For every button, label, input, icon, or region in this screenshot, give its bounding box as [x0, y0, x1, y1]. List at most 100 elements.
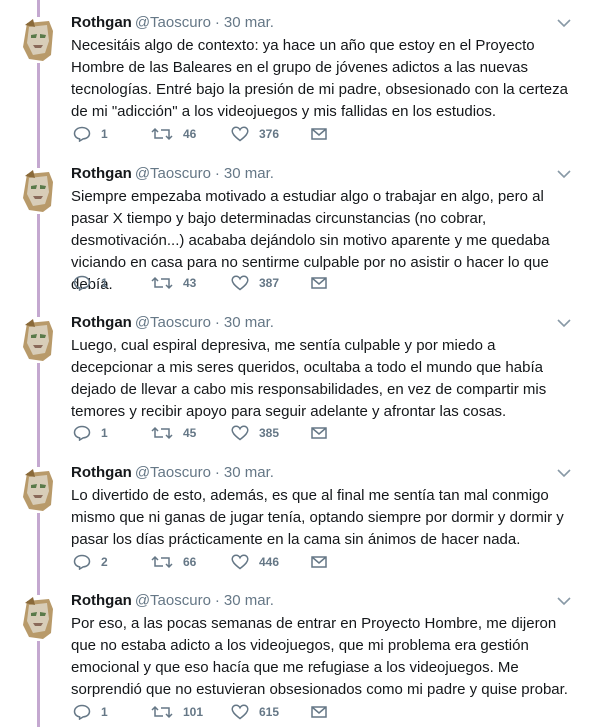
like-button[interactable]: 376: [231, 124, 279, 144]
direct-message-button[interactable]: [311, 124, 327, 144]
tweet-date[interactable]: 30 mar.: [224, 165, 274, 182]
chevron-down-icon[interactable]: [557, 318, 571, 328]
tweet[interactable]: Rothgan @Taoscuro · 30 mar. Necesitáis algo…: [0, 0, 593, 150]
direct-message-button[interactable]: [311, 552, 327, 572]
retweet-button[interactable]: 46: [151, 124, 196, 144]
heart-icon: [231, 126, 249, 142]
retweet-count: 46: [183, 127, 197, 141]
avatar[interactable]: [15, 17, 61, 63]
tweet-actions: 2 66 446: [71, 552, 491, 572]
tweet-date[interactable]: 30 mar.: [224, 464, 274, 481]
reply-button[interactable]: 1: [73, 124, 108, 144]
tweet-header: Rothgan @Taoscuro · 30 mar.: [71, 463, 274, 483]
tweet[interactable]: Rothgan @Taoscuro · 30 mar. Luego, cual esp…: [0, 300, 593, 450]
tweet-date[interactable]: 30 mar.: [224, 14, 274, 31]
reply-icon: [73, 425, 91, 441]
tweet-text: Luego, cual espiral depresiva, me sentía…: [71, 337, 547, 420]
like-count: 376: [259, 127, 280, 141]
avatar[interactable]: [15, 595, 61, 641]
retweet-count: 45: [183, 426, 197, 440]
reply-icon: [73, 554, 91, 570]
retweet-icon: [151, 554, 173, 570]
tweet-actions: 1 45 385: [71, 423, 491, 443]
tweet-actions: 1 101 615: [71, 702, 491, 722]
tweet[interactable]: Rothgan @Taoscuro · 30 mar. Por eso, a las …: [0, 578, 593, 728]
tweet-header: Rothgan @Taoscuro · 30 mar.: [71, 164, 274, 184]
author-name[interactable]: Rothgan: [71, 314, 132, 331]
tweet-header: Rothgan @Taoscuro · 30 mar.: [71, 313, 274, 333]
reply-button[interactable]: 1: [73, 702, 108, 722]
envelope-icon: [311, 705, 327, 719]
avatar[interactable]: [15, 317, 61, 363]
like-count: 446: [259, 555, 280, 569]
retweet-count: 66: [183, 555, 197, 569]
tweet-text: Necesitáis algo de contexto: ya hace un …: [71, 37, 568, 120]
author-name[interactable]: Rothgan: [71, 592, 132, 609]
retweet-button[interactable]: 43: [151, 273, 196, 293]
author-name[interactable]: Rothgan: [71, 165, 132, 182]
separator: ·: [214, 165, 220, 182]
retweet-icon: [151, 425, 173, 441]
avatar[interactable]: [15, 168, 61, 214]
separator: ·: [214, 314, 220, 331]
chevron-down-icon[interactable]: [557, 18, 571, 28]
chevron-down-icon[interactable]: [557, 468, 571, 478]
direct-message-button[interactable]: [311, 702, 327, 722]
author-handle[interactable]: @Taoscuro: [135, 165, 211, 182]
tweet-actions: 1 46 376: [71, 124, 491, 144]
reply-count: 2: [101, 555, 108, 569]
reply-button[interactable]: 1: [73, 423, 108, 443]
like-count: 385: [259, 426, 280, 440]
retweet-icon: [151, 704, 173, 720]
heart-icon: [231, 704, 249, 720]
separator: ·: [214, 592, 220, 609]
author-handle[interactable]: @Taoscuro: [135, 464, 211, 481]
retweet-button[interactable]: 45: [151, 423, 196, 443]
retweet-button[interactable]: 101: [151, 702, 203, 722]
tweet-date[interactable]: 30 mar.: [224, 592, 274, 609]
chevron-down-icon[interactable]: [557, 169, 571, 179]
retweet-icon: [151, 126, 173, 142]
reply-button[interactable]: 2: [73, 552, 108, 572]
envelope-icon: [311, 426, 327, 440]
heart-icon: [231, 554, 249, 570]
author-handle[interactable]: @Taoscuro: [135, 14, 211, 31]
direct-message-button[interactable]: [311, 273, 327, 293]
like-button[interactable]: 615: [231, 702, 279, 722]
heart-icon: [231, 425, 249, 441]
direct-message-button[interactable]: [311, 423, 327, 443]
tweet[interactable]: Rothgan @Taoscuro · 30 mar. Siempre empezab…: [0, 151, 593, 301]
tweet-text: Por eso, a las pocas semanas de entrar e…: [71, 615, 568, 698]
separator: ·: [214, 464, 220, 481]
reply-button[interactable]: 1: [73, 273, 108, 293]
author-name[interactable]: Rothgan: [71, 464, 132, 481]
like-button[interactable]: 387: [231, 273, 279, 293]
retweet-count: 101: [183, 705, 204, 719]
reply-icon: [73, 275, 91, 291]
envelope-icon: [311, 276, 327, 290]
retweet-icon: [151, 275, 173, 291]
like-button[interactable]: 446: [231, 552, 279, 572]
reply-count: 1: [101, 705, 108, 719]
author-handle[interactable]: @Taoscuro: [135, 592, 211, 609]
reply-icon: [73, 126, 91, 142]
reply-count: 1: [101, 426, 108, 440]
reply-count: 1: [101, 127, 108, 141]
envelope-icon: [311, 555, 327, 569]
author-name[interactable]: Rothgan: [71, 14, 132, 31]
tweet-header: Rothgan @Taoscuro · 30 mar.: [71, 591, 274, 611]
tweet-date[interactable]: 30 mar.: [224, 314, 274, 331]
author-handle[interactable]: @Taoscuro: [135, 314, 211, 331]
chevron-down-icon[interactable]: [557, 596, 571, 606]
tweet-header: Rothgan @Taoscuro · 30 mar.: [71, 13, 274, 33]
like-count: 387: [259, 276, 280, 290]
retweet-button[interactable]: 66: [151, 552, 196, 572]
tweet-text: Lo divertido de esto, además, es que al …: [71, 487, 564, 548]
like-count: 615: [259, 705, 280, 719]
like-button[interactable]: 385: [231, 423, 279, 443]
separator: ·: [214, 14, 220, 31]
avatar[interactable]: [15, 467, 61, 513]
retweet-count: 43: [183, 276, 197, 290]
envelope-icon: [311, 127, 327, 141]
heart-icon: [231, 275, 249, 291]
